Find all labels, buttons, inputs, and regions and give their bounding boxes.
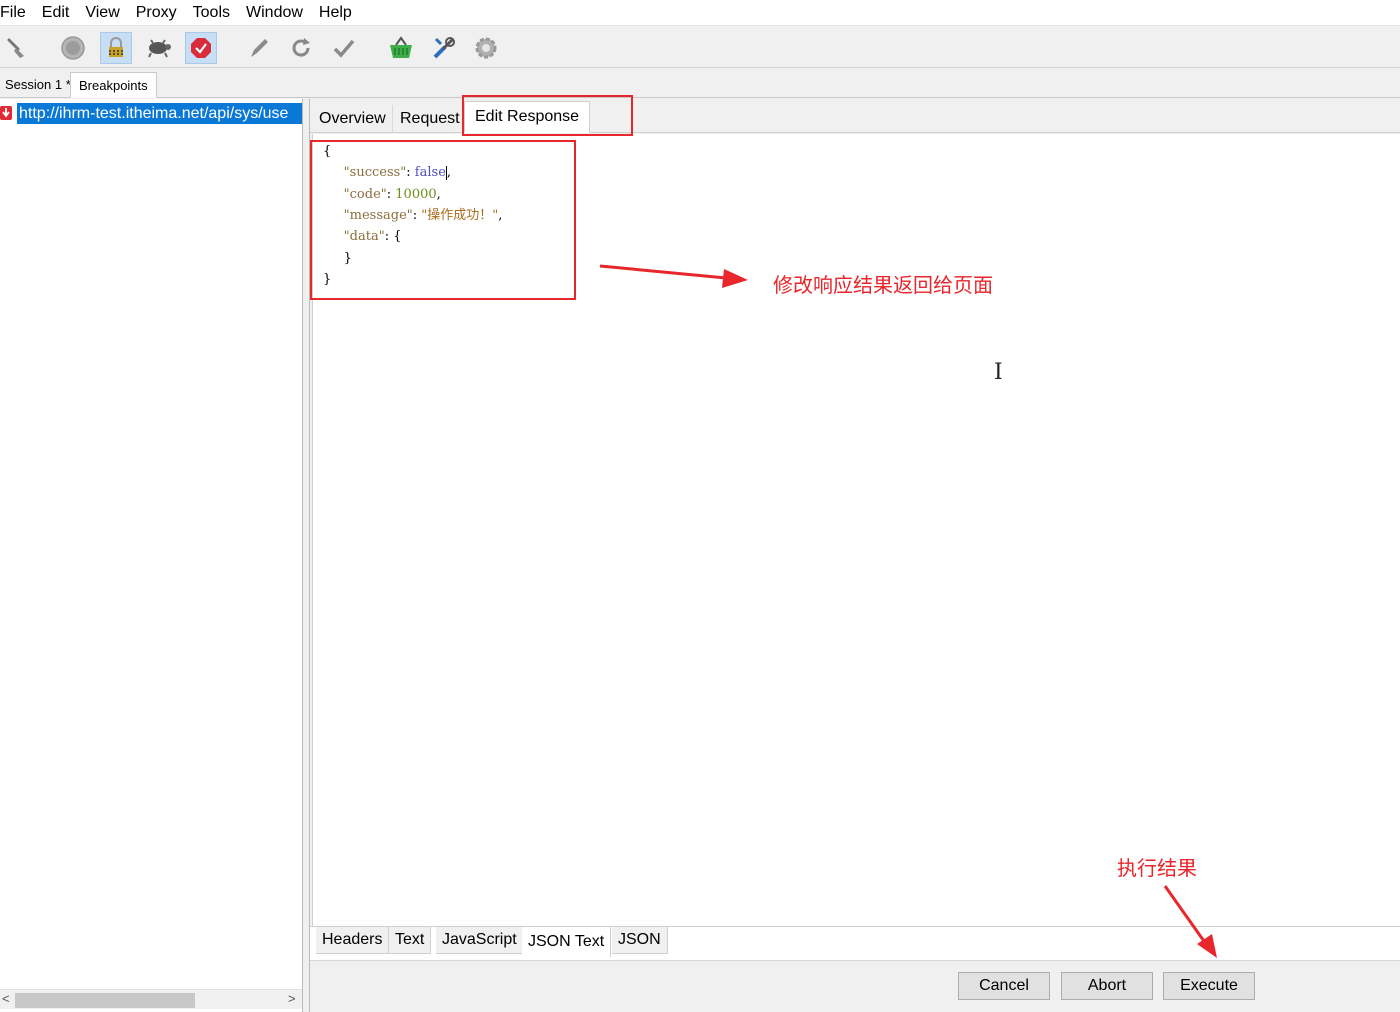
session-url: http://ihrm-test.itheima.net/api/sys/use (17, 102, 302, 124)
breakpoint-response-icon (0, 106, 12, 120)
scrollbar-thumb[interactable] (15, 993, 195, 1008)
tab-javascript[interactable]: JavaScript (436, 927, 524, 954)
stop-icon[interactable] (185, 32, 217, 64)
execute-result-note: 执行结果 (1117, 856, 1197, 880)
broom-icon[interactable] (2, 32, 34, 64)
inspector-panel: Overview Request Edit Response { "succes… (310, 99, 1400, 1012)
menu-view[interactable]: View (77, 0, 127, 26)
menu-help[interactable]: Help (311, 0, 360, 26)
arrow-to-execute-icon (1163, 885, 1217, 958)
abort-button[interactable]: Abort (1061, 972, 1153, 1000)
scroll-left-icon[interactable]: < (2, 991, 10, 1006)
code-line: "code": 10000, (343, 186, 441, 202)
menu-file[interactable]: File (0, 0, 34, 26)
session-row[interactable]: http://ihrm-test.itheima.net/api/sys/use (0, 102, 302, 124)
menu-window[interactable]: Window (238, 0, 311, 26)
tab-json-text[interactable]: JSON Text (522, 927, 612, 957)
menu-edit[interactable]: Edit (34, 0, 78, 26)
response-editor[interactable]: { "success": false, "code": 10000, "mess… (312, 134, 1400, 926)
arrow-to-note-icon (599, 264, 748, 288)
tab-overview[interactable]: Overview (313, 105, 393, 133)
menu-bar: File Edit View Proxy Tools Window Help (0, 0, 1400, 26)
code-line: "data": { (343, 229, 402, 245)
basket-icon[interactable] (385, 32, 417, 64)
fiddler-window: File Edit View Proxy Tools Window Help S… (0, 0, 1400, 1012)
toolbar (0, 27, 1400, 68)
modify-response-note: 修改响应结果返回给页面 (773, 273, 993, 297)
tab-breakpoints[interactable]: Breakpoints (70, 72, 157, 98)
code-line: } (323, 271, 332, 287)
tab-text[interactable]: Text (389, 927, 432, 954)
tab-headers[interactable]: Headers (316, 927, 390, 954)
tab-request[interactable]: Request (394, 105, 467, 133)
pen-icon[interactable] (243, 32, 275, 64)
menu-proxy[interactable]: Proxy (128, 0, 185, 26)
text-cursor-icon: I (994, 360, 1003, 385)
turtle-icon[interactable] (142, 32, 174, 64)
panel-splitter[interactable] (303, 99, 310, 1012)
code-line: { (323, 144, 332, 159)
sessions-list: http://ihrm-test.itheima.net/api/sys/use… (0, 99, 303, 1012)
tab-session-1[interactable]: Session 1 * (0, 72, 79, 98)
view-tabs: Headers Text JavaScript JSON Text JSON (310, 926, 1400, 960)
record-icon[interactable] (57, 32, 89, 64)
refresh-icon[interactable] (285, 32, 317, 64)
check-icon[interactable] (328, 32, 360, 64)
tab-json[interactable]: JSON (612, 927, 668, 954)
scroll-right-icon[interactable]: > (288, 991, 296, 1006)
code-line: "message": "操作成功！", (343, 207, 503, 223)
tab-edit-response[interactable]: Edit Response (464, 101, 591, 133)
action-bar: Cancel Abort Execute (310, 960, 1400, 1012)
menu-tools[interactable]: Tools (185, 0, 238, 26)
lock-icon[interactable] (100, 32, 132, 64)
session-tabs: Session 1 * Breakpoints (0, 70, 1400, 98)
code-line: } (343, 250, 352, 266)
cancel-button[interactable]: Cancel (958, 972, 1050, 1000)
horizontal-scrollbar[interactable]: < > (0, 989, 302, 1009)
tools-icon[interactable] (428, 32, 460, 64)
inspector-tabs: Overview Request Edit Response (310, 99, 1400, 133)
execute-button[interactable]: Execute (1163, 972, 1255, 1000)
gear-icon[interactable] (470, 32, 502, 64)
code-line: "success": false, (343, 165, 452, 181)
